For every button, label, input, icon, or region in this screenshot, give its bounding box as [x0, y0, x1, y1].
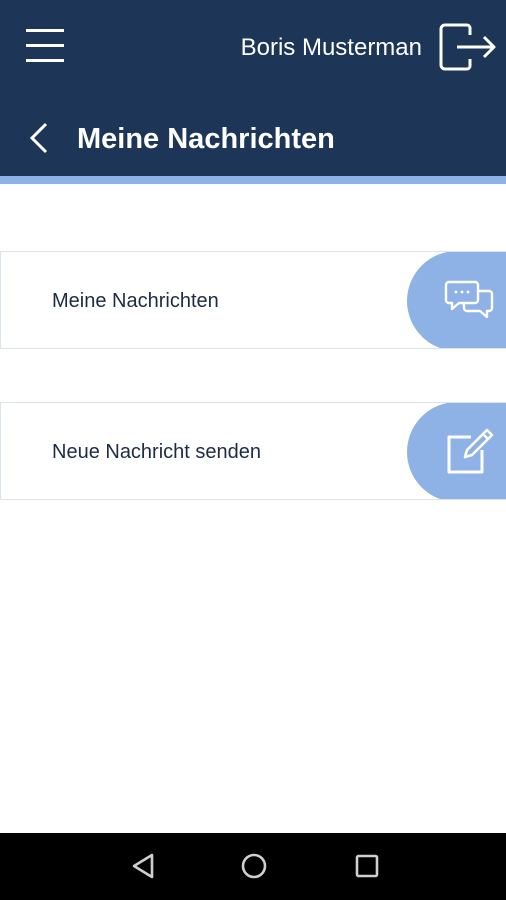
- hamburger-menu-button[interactable]: [22, 24, 68, 68]
- app-header: Boris Musterman Meine Nachrichten: [0, 0, 506, 176]
- logout-icon: [439, 23, 496, 71]
- system-home-button[interactable]: [239, 851, 269, 881]
- user-name: Boris Musterman: [240, 34, 422, 61]
- nav-recent-square-icon: [355, 854, 379, 878]
- nav-back-triangle-icon: [132, 853, 154, 879]
- nav-home-circle-icon: [241, 853, 267, 879]
- system-back-button[interactable]: [128, 851, 158, 881]
- header-accent-divider: [0, 176, 506, 184]
- menu-item-new-message[interactable]: Neue Nachricht senden: [0, 402, 506, 500]
- menu-item-my-messages[interactable]: Meine Nachrichten: [0, 251, 506, 349]
- page-title: Meine Nachrichten: [77, 123, 335, 155]
- chevron-left-icon: [29, 122, 48, 154]
- back-button[interactable]: [24, 118, 58, 158]
- compose-icon: [447, 428, 494, 474]
- system-recent-apps-button[interactable]: [352, 851, 382, 881]
- chat-bubbles-icon: [444, 280, 494, 319]
- menu-item-label: Meine Nachrichten: [52, 290, 219, 312]
- menu-item-label: Neue Nachricht senden: [52, 441, 262, 463]
- hamburger-menu-icon: [26, 29, 64, 62]
- system-navigation-bar: [0, 833, 506, 900]
- logout-button[interactable]: [434, 22, 498, 72]
